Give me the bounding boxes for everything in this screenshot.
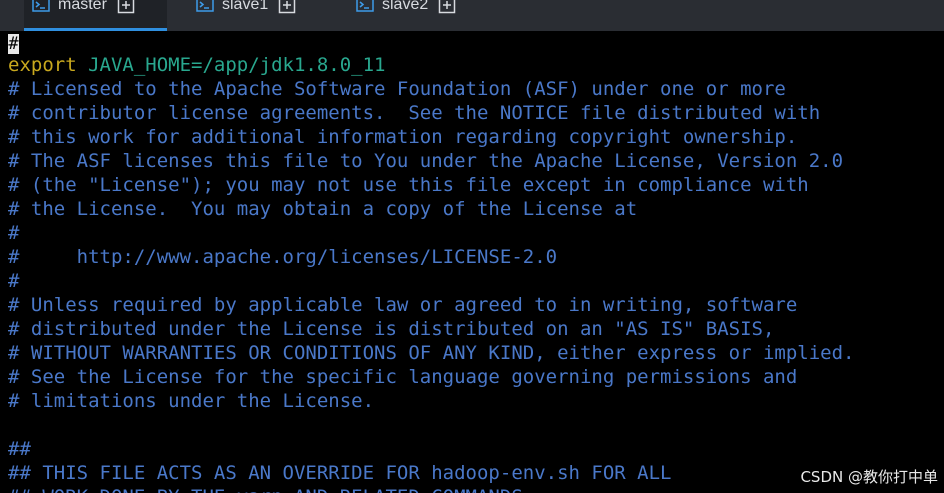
tab-master[interactable]: master (24, 0, 167, 31)
terminal-line: # this work for additional information r… (8, 126, 798, 148)
terminal-cursor: # (8, 34, 19, 54)
terminal-line: ## WORK DONE BY THE yarn AND RELATED COM… (8, 485, 534, 493)
tab-bar: master slave1 slave2 (0, 0, 944, 31)
terminal-line: # (the "License"); you may not use this … (8, 174, 809, 196)
terminal-line: # Licensed to the Apache Software Founda… (8, 78, 786, 100)
terminal-line: # See the License for the specific langu… (8, 366, 798, 388)
terminal-icon (196, 0, 214, 12)
export-value: JAVA_HOME=/app/jdk1.8.0_11 (76, 54, 386, 76)
tab-slave2[interactable]: slave2 (348, 0, 491, 29)
terminal-line: # contributor license agreements. See th… (8, 102, 821, 124)
add-tab-icon[interactable] (117, 0, 135, 14)
export-keyword: export (8, 54, 77, 76)
terminal-line: ## THIS FILE ACTS AS AN OVERRIDE FOR had… (8, 462, 672, 484)
terminal-line: # the License. You may obtain a copy of … (8, 198, 638, 220)
terminal-line: # limitations under the License. (8, 390, 375, 412)
terminal-line: # Unless required by applicable law or a… (8, 294, 798, 316)
terminal-line: # distributed under the License is distr… (8, 318, 775, 340)
terminal-line: # http://www.apache.org/licenses/LICENSE… (8, 246, 558, 268)
terminal-area[interactable]: # export JAVA_HOME=/app/jdk1.8.0_11 # Li… (0, 31, 944, 493)
terminal-line: # (8, 222, 20, 244)
add-tab-icon[interactable] (438, 0, 456, 14)
csdn-watermark: CSDN @教你打中单 (800, 468, 938, 486)
terminal-icon (356, 0, 374, 12)
terminal-line: # The ASF licenses this file to You unde… (8, 150, 844, 172)
tab-slave1[interactable]: slave1 (188, 0, 331, 29)
terminal-line: ## (8, 438, 31, 460)
terminal-line: # (8, 270, 20, 292)
export-line: export JAVA_HOME=/app/jdk1.8.0_11 (8, 53, 386, 77)
tab-label: slave1 (222, 0, 269, 13)
add-tab-icon[interactable] (278, 0, 296, 14)
terminal-icon (32, 0, 50, 12)
tab-label: slave2 (382, 0, 429, 13)
tab-label: master (58, 0, 107, 13)
terminal-line: # WITHOUT WARRANTIES OR CONDITIONS OF AN… (8, 342, 855, 364)
